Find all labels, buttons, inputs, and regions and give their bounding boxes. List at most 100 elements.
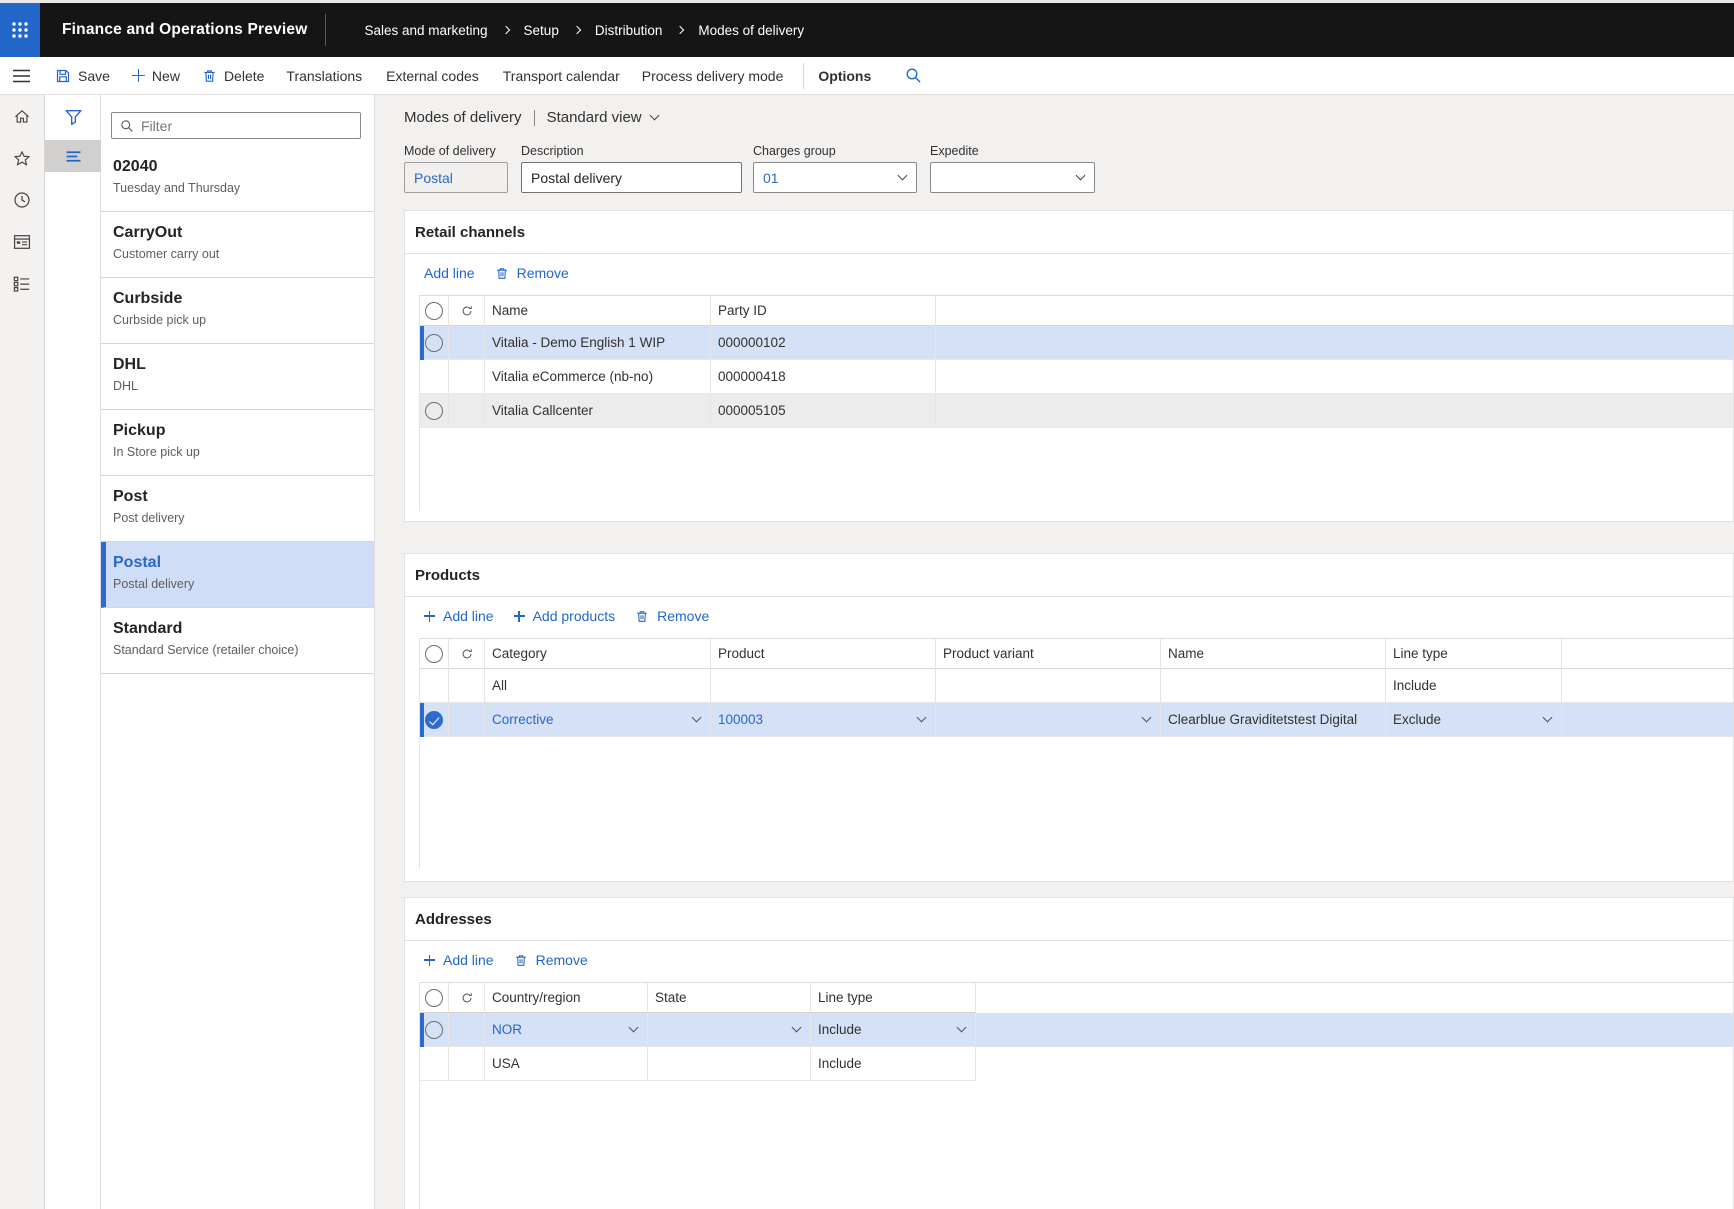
column-header-line-type[interactable]: Line type [1386, 639, 1562, 669]
cell-party-id[interactable]: 000005105 [711, 394, 936, 428]
breadcrumb-modes-of-delivery[interactable]: Modes of delivery [698, 23, 804, 38]
delete-label: Delete [224, 68, 264, 84]
save-button[interactable]: Save [55, 68, 110, 84]
description-input[interactable] [522, 163, 741, 192]
refresh-header[interactable] [449, 639, 485, 669]
list-item-curbside[interactable]: Curbside Curbside pick up [101, 278, 374, 344]
row-select-cell[interactable] [420, 360, 449, 394]
column-header-product[interactable]: Product [711, 639, 936, 669]
column-header-line-type[interactable]: Line type [811, 983, 976, 1013]
column-header-name[interactable]: Name [485, 296, 711, 326]
cell-state-combo[interactable] [648, 1013, 811, 1047]
select-all-header[interactable] [420, 983, 449, 1013]
home-icon[interactable] [13, 106, 31, 126]
process-delivery-mode-button[interactable]: Process delivery mode [642, 68, 784, 84]
cell-state[interactable] [648, 1047, 811, 1081]
column-header-party-id[interactable]: Party ID [711, 296, 936, 326]
breadcrumb-setup[interactable]: Setup [524, 23, 559, 38]
select-all-header[interactable] [420, 639, 449, 669]
add-line-button[interactable]: Add line [424, 952, 494, 968]
list-item-standard[interactable]: Standard Standard Service (retailer choi… [101, 608, 374, 674]
cell-name[interactable]: Vitalia eCommerce (nb-no) [485, 360, 711, 394]
cell-name[interactable]: Clearblue Graviditetstest Digital [1161, 703, 1386, 737]
remove-button[interactable]: Remove [635, 608, 709, 624]
table-row[interactable]: Vitalia - Demo English 1 WIP 000000102 [420, 326, 1733, 360]
cell-name[interactable]: Vitalia Callcenter [485, 394, 711, 428]
translations-button[interactable]: Translations [286, 68, 362, 84]
add-line-button[interactable]: Add line [424, 608, 494, 624]
row-checkbox-checked[interactable] [425, 711, 443, 729]
filter-funnel-icon[interactable] [45, 105, 101, 129]
list-item-postal-selected[interactable]: Postal Postal delivery [101, 542, 374, 608]
list-item-post[interactable]: Post Post delivery [101, 476, 374, 542]
add-products-button[interactable]: Add products [514, 608, 616, 624]
hamburger-menu-icon[interactable] [12, 68, 31, 84]
cell-category-combo[interactable]: Corrective [485, 703, 711, 737]
row-radio[interactable] [425, 334, 443, 352]
table-row[interactable]: Vitalia Callcenter 000005105 [420, 394, 1733, 428]
select-all-header[interactable] [420, 296, 449, 326]
cell-party-id[interactable]: 000000102 [711, 326, 936, 360]
breadcrumb-distribution[interactable]: Distribution [595, 23, 663, 38]
remove-button[interactable]: Remove [495, 265, 569, 281]
cell-line-type[interactable]: Include [811, 1047, 976, 1081]
cell-party-id[interactable]: 000000418 [711, 360, 936, 394]
row-select-cell[interactable] [420, 669, 449, 703]
column-header-country-region[interactable]: Country/region [485, 983, 648, 1013]
delete-button[interactable]: Delete [202, 68, 264, 84]
column-header-category[interactable]: Category [485, 639, 711, 669]
list-item-pickup[interactable]: Pickup In Store pick up [101, 410, 374, 476]
row-radio[interactable] [425, 1021, 443, 1039]
cell-country-region-combo[interactable]: NOR [485, 1013, 648, 1047]
row-select-cell[interactable] [420, 1013, 449, 1047]
row-select-cell[interactable] [420, 394, 449, 428]
cell-country-region[interactable]: USA [485, 1047, 648, 1081]
cell-line-type[interactable]: Include [1386, 669, 1562, 703]
cell-line-type-combo[interactable]: Include [811, 1013, 976, 1047]
filter-input[interactable] [141, 118, 360, 134]
cell-line-type-combo[interactable]: Exclude [1386, 703, 1562, 737]
news-window-icon[interactable] [13, 232, 31, 252]
cell-category[interactable]: All [485, 669, 711, 703]
table-row[interactable]: All Include [420, 669, 1733, 703]
table-row[interactable]: Vitalia eCommerce (nb-no) 000000418 [420, 360, 1733, 394]
list-item-02040[interactable]: 02040 Tuesday and Thursday [101, 146, 374, 212]
options-button[interactable]: Options [818, 68, 871, 84]
cell-product-variant[interactable] [936, 669, 1161, 703]
new-button[interactable]: New [132, 68, 180, 84]
view-selector[interactable]: Standard view [547, 109, 658, 126]
search-button[interactable] [905, 67, 922, 84]
row-select-cell[interactable] [420, 1047, 449, 1081]
transport-calendar-button[interactable]: Transport calendar [503, 68, 620, 84]
refresh-header[interactable] [449, 296, 485, 326]
app-launcher-waffle-icon[interactable] [0, 3, 40, 57]
list-item-carryout[interactable]: CarryOut Customer carry out [101, 212, 374, 278]
cell-product-combo[interactable]: 100003 [711, 703, 936, 737]
column-header-name[interactable]: Name [1161, 639, 1386, 669]
table-row[interactable]: USA Include [420, 1047, 1733, 1081]
favorites-star-icon[interactable] [13, 148, 31, 168]
cell-name[interactable]: Vitalia - Demo English 1 WIP [485, 326, 711, 360]
mode-of-delivery-input[interactable] [405, 163, 507, 192]
table-row[interactable]: Corrective 100003 Clearblue Graviditetst… [420, 703, 1733, 737]
column-header-product-variant[interactable]: Product variant [936, 639, 1161, 669]
external-codes-button[interactable]: External codes [386, 68, 479, 84]
list-pane-toggle[interactable] [45, 140, 101, 172]
column-header-state[interactable]: State [648, 983, 811, 1013]
row-select-cell[interactable] [420, 326, 449, 360]
task-list-icon[interactable] [13, 274, 31, 294]
cell-product-variant-combo[interactable] [936, 703, 1161, 737]
table-row[interactable]: NOR Include [420, 1013, 1733, 1047]
row-radio[interactable] [425, 402, 443, 420]
recent-clock-icon[interactable] [13, 190, 31, 210]
cell-name[interactable] [1161, 669, 1386, 703]
refresh-header[interactable] [449, 983, 485, 1013]
breadcrumb-sales-and-marketing[interactable]: Sales and marketing [364, 23, 487, 38]
list-item-dhl[interactable]: DHL DHL [101, 344, 374, 410]
add-line-button[interactable]: Add line [424, 265, 475, 281]
charges-group-combo[interactable]: 01 [753, 162, 917, 193]
remove-button[interactable]: Remove [514, 952, 588, 968]
cell-product[interactable] [711, 669, 936, 703]
row-select-cell[interactable] [420, 703, 449, 737]
expedite-combo[interactable] [930, 162, 1095, 193]
